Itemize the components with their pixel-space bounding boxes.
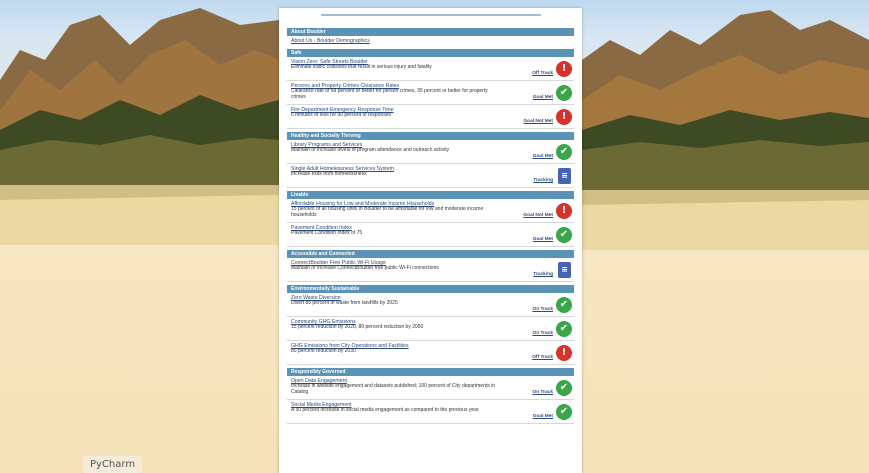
check-icon: ✔ [556, 143, 572, 160]
metric-item[interactable]: Persons and Property Crimes Clearance Ra… [287, 81, 574, 105]
section-header: Livable [287, 191, 574, 199]
metric-description: Eliminate traffic collisions that result… [291, 64, 432, 70]
metric-description: Increase in website engagement and datas… [291, 383, 496, 395]
metric-item[interactable]: Single Adult Homelessness Services Syste… [287, 164, 574, 188]
alert-icon: ! [556, 60, 572, 77]
check-icon: ✔ [556, 379, 572, 396]
check-icon: ✔ [556, 403, 572, 420]
metric-status-link[interactable]: Off Track [532, 355, 553, 360]
check-icon: ✔ [556, 226, 572, 243]
metric-status-link[interactable]: On Track [532, 331, 553, 336]
metric-description: 80 percent reduction by 2030 [291, 348, 356, 354]
metric-item[interactable]: Open Data Engagement Increase in website … [287, 376, 574, 400]
metric-status-link[interactable]: Tracking [533, 272, 553, 277]
section-header: Responsibly Governed [287, 368, 574, 376]
metric-item[interactable]: Affordable Housing for Low and Moderate … [287, 199, 574, 223]
alert-icon: ! [556, 344, 572, 361]
metric-status-link[interactable]: Goal Met [533, 95, 553, 100]
section-header: Healthy and Socially Thriving [287, 132, 574, 140]
taskbar-pycharm-label[interactable]: PyCharm [83, 456, 143, 473]
metric-item[interactable]: Library Programs and Services Maintain or… [287, 140, 574, 164]
metric-status-link[interactable]: Goal Met [533, 154, 553, 159]
about-link[interactable]: About Us - Boulder Demographics [291, 38, 570, 44]
clipboard-icon: ≡ [558, 167, 571, 184]
metric-description: Maintain or increase levels of program a… [291, 147, 450, 153]
metric-item[interactable]: Social Media Engagement A 50 percent incr… [287, 400, 574, 424]
metrics-list: About Boulder About Us - Boulder Demogra… [287, 25, 574, 424]
metric-description: Increase exits from homelessness [291, 171, 367, 177]
metric-description: Clearance rate of 68 percent or better f… [291, 88, 488, 100]
section-header: Environmentally Sustainable [287, 285, 574, 293]
metric-description: 15 percent of all housing units in Bould… [291, 206, 484, 218]
section-header: Safe [287, 49, 574, 57]
metric-description: 6 minutes or less for 90 percent of resp… [291, 112, 392, 118]
metric-item[interactable]: Community GHG Emissions 15 percent reduct… [287, 317, 574, 341]
metric-status-link[interactable]: Goal Not Met [523, 119, 553, 124]
metric-item[interactable]: GHG Emissions from City Operations and F… [287, 341, 574, 365]
check-icon: ✔ [556, 320, 572, 337]
alert-icon: ! [556, 202, 572, 219]
metric-status-link[interactable]: Tracking [533, 178, 553, 183]
metric-status-link[interactable]: Goal Met [533, 414, 553, 419]
metric-item[interactable]: Vision Zero: Safe Streets Boulder Elimina… [287, 57, 574, 81]
metric-description: 15 percent reduction by 2020, 80 percent… [291, 324, 424, 330]
metric-status-link[interactable]: On Track [532, 307, 553, 312]
sections-container: Safe Vision Zero: Safe Streets Boulder Eli… [287, 49, 574, 424]
metric-status-link[interactable]: Goal Not Met [523, 213, 553, 218]
metric-description: Maintain or increase ConnectBoulder free… [291, 265, 439, 271]
section-header: Accessible and Connected [287, 250, 574, 258]
metric-status-link[interactable]: Off Track [532, 71, 553, 76]
metric-item[interactable]: ConnectBoulder Free Public Wi-Fi Usage Ma… [287, 258, 574, 282]
metric-item[interactable]: Pavement Condition Index Pavement Conditi… [287, 223, 574, 247]
metric-description: A 50 percent increase in social media en… [291, 407, 479, 413]
check-icon: ✔ [556, 84, 572, 101]
about-item[interactable]: About Us - Boulder Demographics [287, 36, 574, 46]
metric-item[interactable]: Zero Waste Diversion Divert 85 percent of… [287, 293, 574, 317]
metric-item[interactable]: Fire Department Emergency Response Time 6… [287, 105, 574, 129]
metric-description: Divert 85 percent of waste from landfill… [291, 300, 398, 306]
metric-description: Pavement Condition Index of 75 [291, 230, 363, 236]
check-icon: ✔ [556, 296, 572, 313]
performance-panel: About Boulder About Us - Boulder Demogra… [279, 8, 582, 473]
section-header-about: About Boulder [287, 28, 574, 36]
metric-status-link[interactable]: On Track [532, 390, 553, 395]
alert-icon: ! [556, 108, 572, 125]
metric-status-link[interactable]: Goal Met [533, 237, 553, 242]
clipboard-icon: ≡ [558, 261, 571, 278]
panel-top-divider [321, 14, 541, 16]
